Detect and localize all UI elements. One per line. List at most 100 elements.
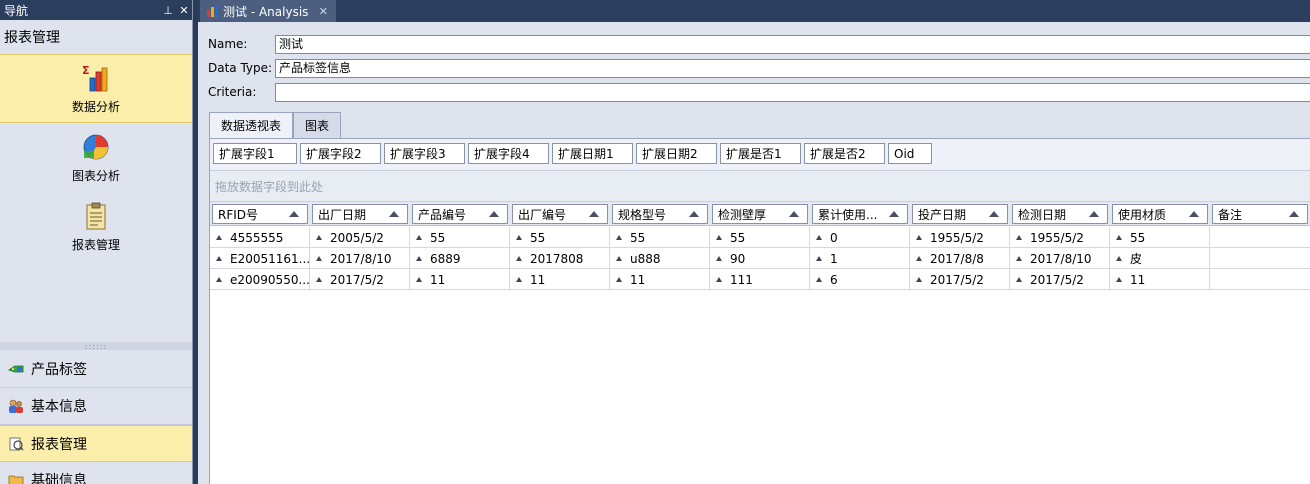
sort-ascending-icon[interactable] bbox=[1289, 211, 1299, 217]
nav-splitter[interactable]: :::::: bbox=[0, 342, 192, 351]
collapse-icon[interactable] bbox=[316, 277, 322, 282]
nav-group-basic-info[interactable]: 基本信息 bbox=[0, 388, 192, 425]
collapse-icon[interactable] bbox=[1016, 277, 1022, 282]
column-header-chip[interactable]: 使用材质 bbox=[1112, 204, 1208, 224]
collapse-icon[interactable] bbox=[1016, 256, 1022, 261]
sort-ascending-icon[interactable] bbox=[589, 211, 599, 217]
grid-cell[interactable]: e20090550... bbox=[210, 269, 310, 290]
grid-cell[interactable]: 2017/5/2 bbox=[910, 269, 1010, 290]
grid-cell[interactable] bbox=[1210, 227, 1310, 248]
collapse-icon[interactable] bbox=[416, 235, 422, 240]
tab-chart[interactable]: 图表 bbox=[293, 112, 342, 138]
grid-cell[interactable]: 2017/5/2 bbox=[1010, 269, 1110, 290]
grid-cell[interactable]: 2005/5/2 bbox=[310, 227, 410, 248]
filter-field-chip[interactable]: 扩展日期2 bbox=[636, 143, 717, 164]
grid-cell[interactable]: 55 bbox=[610, 227, 710, 248]
column-header-chip[interactable]: 检测日期 bbox=[1012, 204, 1108, 224]
grid-cell[interactable]: 2017/8/10 bbox=[1010, 248, 1110, 269]
nav-group-report-management[interactable]: 报表管理 bbox=[0, 425, 192, 462]
collapse-icon[interactable] bbox=[416, 277, 422, 282]
column-header-chip[interactable]: 出厂编号 bbox=[512, 204, 608, 224]
collapse-icon[interactable] bbox=[516, 256, 522, 261]
collapse-icon[interactable] bbox=[216, 256, 222, 261]
collapse-icon[interactable] bbox=[1116, 277, 1122, 282]
nav-item-report-management[interactable]: 报表管理 bbox=[0, 192, 192, 261]
column-header-chip[interactable]: RFID号 bbox=[212, 204, 308, 224]
collapse-icon[interactable] bbox=[416, 256, 422, 261]
grid-cell[interactable]: 6889 bbox=[410, 248, 510, 269]
grid-cell[interactable]: 55 bbox=[1110, 227, 1210, 248]
grid-cell[interactable]: 11 bbox=[510, 269, 610, 290]
data-drop-area[interactable]: 拖放数据字段到此处 bbox=[210, 170, 1310, 202]
sort-ascending-icon[interactable] bbox=[789, 211, 799, 217]
grid-cell[interactable]: 皮 bbox=[1110, 248, 1210, 269]
nav-group-foundation-info[interactable]: 基础信息 bbox=[0, 462, 192, 484]
grid-cell[interactable]: 55 bbox=[510, 227, 610, 248]
column-header-chip[interactable]: 出厂日期 bbox=[312, 204, 408, 224]
grid-cell[interactable]: 111 bbox=[710, 269, 810, 290]
close-icon[interactable]: ✕ bbox=[176, 4, 192, 17]
collapse-icon[interactable] bbox=[816, 256, 822, 261]
sort-ascending-icon[interactable] bbox=[989, 211, 999, 217]
collapse-icon[interactable] bbox=[516, 235, 522, 240]
grid-cell[interactable]: u888 bbox=[610, 248, 710, 269]
sort-ascending-icon[interactable] bbox=[889, 211, 899, 217]
collapse-icon[interactable] bbox=[916, 256, 922, 261]
filter-field-chip[interactable]: 扩展字段1 bbox=[213, 143, 297, 164]
grid-cell[interactable]: 6 bbox=[810, 269, 910, 290]
grid-cell[interactable]: 55 bbox=[710, 227, 810, 248]
table-row[interactable]: e20090550... 2017/5/2 11 11 11 111 6 2017/5/2 20… bbox=[210, 269, 1310, 290]
tab-pivot-table[interactable]: 数据透视表 bbox=[209, 112, 294, 138]
document-tab-analysis[interactable]: 测试 - Analysis ✕ bbox=[200, 0, 336, 22]
nav-item-chart-analysis[interactable]: 图表分析 bbox=[0, 123, 192, 192]
grid-cell[interactable]: 2017/8/10 bbox=[310, 248, 410, 269]
grid-cell[interactable]: 11 bbox=[1110, 269, 1210, 290]
collapse-icon[interactable] bbox=[316, 256, 322, 261]
sort-ascending-icon[interactable] bbox=[289, 211, 299, 217]
criteria-field[interactable] bbox=[275, 82, 1310, 102]
sort-ascending-icon[interactable] bbox=[389, 211, 399, 217]
nav-group-product-tags[interactable]: 产品标签 bbox=[0, 351, 192, 388]
column-header-chip[interactable]: 产品编号 bbox=[412, 204, 508, 224]
sort-ascending-icon[interactable] bbox=[1089, 211, 1099, 217]
filter-field-chip[interactable]: 扩展是否1 bbox=[720, 143, 801, 164]
grid-cell[interactable]: 2017808 bbox=[510, 248, 610, 269]
column-header-chip[interactable]: 投产日期 bbox=[912, 204, 1008, 224]
grid-cell[interactable]: 4555555 bbox=[210, 227, 310, 248]
filter-field-chip[interactable]: 扩展字段4 bbox=[468, 143, 549, 164]
collapse-icon[interactable] bbox=[1016, 235, 1022, 240]
collapse-icon[interactable] bbox=[816, 235, 822, 240]
filter-field-chip[interactable]: 扩展日期1 bbox=[552, 143, 633, 164]
collapse-icon[interactable] bbox=[916, 277, 922, 282]
grid-cell[interactable]: 1 bbox=[810, 248, 910, 269]
grid-cell[interactable]: 11 bbox=[410, 269, 510, 290]
grid-cell[interactable]: 90 bbox=[710, 248, 810, 269]
datatype-field[interactable]: 产品标签信息 bbox=[275, 58, 1310, 78]
grid-cell[interactable]: 1955/5/2 bbox=[910, 227, 1010, 248]
collapse-icon[interactable] bbox=[816, 277, 822, 282]
collapse-icon[interactable] bbox=[916, 235, 922, 240]
grid-cell[interactable]: 0 bbox=[810, 227, 910, 248]
grid-cell[interactable]: 2017/5/2 bbox=[310, 269, 410, 290]
table-row[interactable]: 4555555 2005/5/2 55 55 55 55 0 1955/5/2 1955/5/2… bbox=[210, 227, 1310, 248]
grid-cell[interactable]: 2017/8/8 bbox=[910, 248, 1010, 269]
collapse-icon[interactable] bbox=[616, 277, 622, 282]
collapse-icon[interactable] bbox=[1116, 256, 1122, 261]
filter-field-chip[interactable]: 扩展字段2 bbox=[300, 143, 381, 164]
grid-cell[interactable]: E20051161... bbox=[210, 248, 310, 269]
sort-ascending-icon[interactable] bbox=[1189, 211, 1199, 217]
column-header-chip[interactable]: 规格型号 bbox=[612, 204, 708, 224]
collapse-icon[interactable] bbox=[616, 256, 622, 261]
filter-field-chip[interactable]: 扩展是否2 bbox=[804, 143, 885, 164]
collapse-icon[interactable] bbox=[716, 256, 722, 261]
collapse-icon[interactable] bbox=[516, 277, 522, 282]
collapse-icon[interactable] bbox=[316, 235, 322, 240]
collapse-icon[interactable] bbox=[716, 235, 722, 240]
collapse-icon[interactable] bbox=[716, 277, 722, 282]
sort-ascending-icon[interactable] bbox=[489, 211, 499, 217]
grid-cell[interactable]: 55 bbox=[410, 227, 510, 248]
collapse-icon[interactable] bbox=[216, 277, 222, 282]
nav-item-data-analysis[interactable]: Σ 数据分析 bbox=[0, 54, 192, 123]
filter-field-chip[interactable]: Oid bbox=[888, 143, 932, 164]
column-header-chip[interactable]: 检测壁厚 bbox=[712, 204, 808, 224]
